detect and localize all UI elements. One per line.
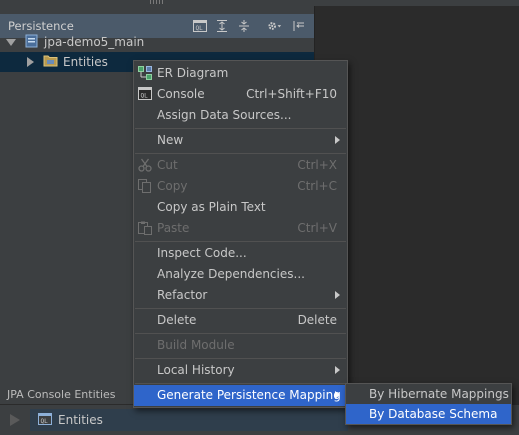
tree-node-label: jpa-demo5_main: [44, 35, 145, 49]
menu-item-label: Generate Persistence Mapping: [157, 388, 341, 402]
bottom-panel-header: JPA Console Entities: [0, 386, 135, 404]
menu-item-label: Local History: [157, 363, 235, 377]
menu-item-label: Inspect Code...: [157, 246, 247, 260]
menu-separator: [135, 128, 346, 129]
menu-item-inspect-code[interactable]: Inspect Code...: [134, 243, 347, 264]
menu-item-assign-data-sources[interactable]: Assign Data Sources...: [134, 105, 347, 126]
generate-mapping-submenu: By Hibernate Mappings By Database Schema: [345, 383, 512, 425]
bottom-entry-row[interactable]: QL Entities: [30, 409, 348, 431]
submenu-item-label: By Hibernate Mappings: [369, 387, 509, 401]
submenu-arrow-icon: [335, 136, 340, 144]
menu-separator: [135, 153, 346, 154]
menu-item-label: New: [157, 133, 184, 147]
run-icon[interactable]: [10, 414, 20, 426]
bottom-panel-title: JPA Console Entities: [7, 388, 116, 401]
chevron-down-icon[interactable]: [6, 38, 16, 46]
menu-item-console[interactable]: QL Console Ctrl+Shift+F10: [134, 84, 347, 105]
submenu-item-label: By Database Schema: [369, 407, 498, 421]
console-icon: QL: [38, 412, 52, 428]
menu-item-shortcut: Ctrl+V: [297, 221, 337, 235]
entities-folder-icon: [43, 54, 58, 70]
menu-item-label: ER Diagram: [157, 66, 229, 80]
svg-text:QL: QL: [41, 418, 49, 425]
menu-separator: [135, 333, 346, 334]
menu-item-delete[interactable]: Delete Delete: [134, 310, 347, 331]
context-menu: ER Diagram QL Console Ctrl+Shift+F10 Ass…: [133, 60, 348, 408]
menu-item-copy-as-plain-text[interactable]: Copy as Plain Text: [134, 197, 347, 218]
menu-separator: [135, 358, 346, 359]
menu-separator: [135, 308, 346, 309]
module-icon: [25, 34, 39, 51]
tree-node-label: Entities: [63, 55, 108, 69]
menu-item-label: Copy as Plain Text: [157, 200, 266, 214]
menu-item-local-history[interactable]: Local History: [134, 360, 347, 381]
submenu-arrow-icon: [335, 391, 340, 399]
er-diagram-icon: [138, 66, 152, 80]
menu-item-build-module[interactable]: Build Module: [134, 335, 347, 356]
submenu-arrow-icon: [335, 366, 340, 374]
submenu-item-by-database-schema[interactable]: By Database Schema: [346, 404, 511, 424]
menu-item-er-diagram[interactable]: ER Diagram: [134, 63, 347, 84]
submenu-item-by-hibernate-mappings[interactable]: By Hibernate Mappings: [346, 384, 511, 404]
menu-separator: [135, 241, 346, 242]
console-icon: QL: [138, 87, 152, 101]
submenu-arrow-icon: [335, 291, 340, 299]
menu-item-shortcut: Ctrl+Shift+F10: [246, 87, 337, 101]
chevron-right-icon[interactable]: [27, 57, 34, 67]
grip-dots: [150, 0, 164, 4]
paste-icon: [138, 221, 152, 235]
menu-item-label: Delete: [157, 313, 197, 327]
menu-item-shortcut: Ctrl+X: [297, 158, 337, 172]
menu-item-paste[interactable]: Paste Ctrl+V: [134, 218, 347, 239]
menu-item-label: Assign Data Sources...: [157, 108, 292, 122]
tree-node-module[interactable]: jpa-demo5_main: [0, 32, 314, 52]
menu-item-label: Build Module: [157, 338, 235, 352]
menu-item-shortcut: Ctrl+C: [297, 179, 337, 193]
menu-item-new[interactable]: New: [134, 130, 347, 151]
cut-icon: [138, 158, 152, 172]
svg-text:QL: QL: [196, 25, 204, 32]
menu-item-shortcut: Delete: [297, 313, 337, 327]
menu-item-label: Copy: [157, 179, 188, 193]
copy-icon: [138, 179, 152, 193]
menu-item-label: Cut: [157, 158, 178, 172]
svg-text:QL: QL: [141, 93, 149, 100]
menu-separator: [135, 383, 346, 384]
menu-item-generate-persistence-mapping[interactable]: Generate Persistence Mapping: [134, 385, 347, 406]
menu-item-label: Refactor: [157, 288, 208, 302]
menu-item-cut[interactable]: Cut Ctrl+X: [134, 155, 347, 176]
bottom-entry-label: Entities: [58, 413, 103, 427]
menu-item-label: Paste: [157, 221, 190, 235]
menu-item-analyze-dependencies[interactable]: Analyze Dependencies...: [134, 264, 347, 285]
menu-item-label: Analyze Dependencies...: [157, 267, 305, 281]
menu-item-label: Console: [157, 87, 205, 101]
menu-item-refactor[interactable]: Refactor: [134, 285, 347, 306]
menu-item-copy[interactable]: Copy Ctrl+C: [134, 176, 347, 197]
